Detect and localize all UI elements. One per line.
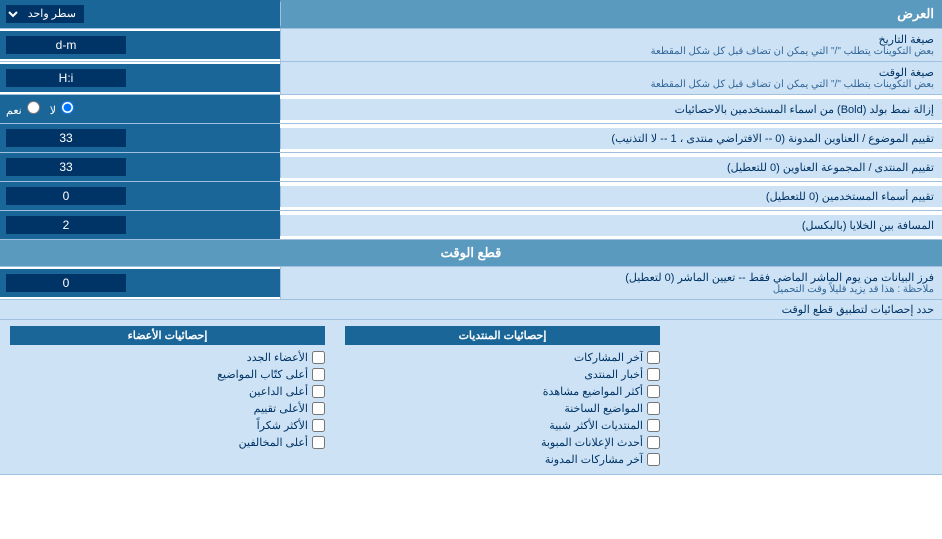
header-label: العرض: [280, 2, 942, 26]
bold-remove-label: إزالة نمط بولد (Bold) من اسماء المستخدمي…: [280, 99, 942, 120]
forum-usergroup-input[interactable]: [6, 158, 126, 176]
display-select[interactable]: سطر واحد سطران ثلاثة أسطر: [6, 5, 84, 23]
topic-title-label: تقييم الموضوع / العناوين المدونة (0 -- ا…: [280, 128, 942, 149]
bold-radio-group: لا نعم: [6, 101, 76, 117]
date-format-input[interactable]: [6, 36, 126, 54]
stat-forum-3-checkbox[interactable]: [647, 385, 660, 398]
stat-forum-5: المنتديات الأكثر شبية: [345, 417, 660, 434]
stat-member-2-checkbox[interactable]: [312, 368, 325, 381]
stat-forum-6: أحدث الإعلانات المبوبة: [345, 434, 660, 451]
stat-forum-2-checkbox[interactable]: [647, 368, 660, 381]
col-spacing-input[interactable]: [6, 216, 126, 234]
topic-title-input-container: [0, 124, 280, 152]
stat-forum-4-checkbox[interactable]: [647, 402, 660, 415]
time-format-label: صيغة الوقت بعض التكوينات يتطلب "/" التي …: [280, 62, 942, 94]
stats-col-forum: إحصائيات المنتديات آخر المشاركات أخبار ا…: [335, 326, 670, 468]
stat-member-6: أعلى المخالفين: [10, 434, 325, 451]
stat-forum-1: آخر المشاركات: [345, 349, 660, 366]
stat-member-5-checkbox[interactable]: [312, 419, 325, 432]
stat-forum-6-checkbox[interactable]: [647, 436, 660, 449]
username-trim-input[interactable]: [6, 187, 126, 205]
radio-no[interactable]: [61, 101, 74, 114]
stat-member-1-checkbox[interactable]: [312, 351, 325, 364]
username-trim-input-container: [0, 182, 280, 210]
members-stats-header: إحصائيات الأعضاء: [10, 326, 325, 345]
header-row: العرض سطر واحد سطران ثلاثة أسطر: [0, 0, 942, 29]
col-spacing-label: المسافة بين الخلايا (بالبكسل): [280, 215, 942, 236]
radio-no-label: لا: [50, 101, 76, 117]
time-cut-label: فرز البيانات من يوم الماشر الماضي فقط --…: [280, 267, 942, 299]
header-select-container: سطر واحد سطران ثلاثة أسطر: [0, 0, 280, 28]
time-format-row: صيغة الوقت بعض التكوينات يتطلب "/" التي …: [0, 62, 942, 95]
forum-usergroup-row: تقييم المنتدى / المجموعة العناوين (0 للت…: [0, 153, 942, 182]
time-cut-header: قطع الوقت: [0, 240, 942, 267]
forum-stats-header: إحصائيات المنتديات: [345, 326, 660, 345]
stat-member-3: أعلى الداعين: [10, 383, 325, 400]
time-cut-row: فرز البيانات من يوم الماشر الماضي فقط --…: [0, 267, 942, 300]
forum-usergroup-label: تقييم المنتدى / المجموعة العناوين (0 للت…: [280, 157, 942, 178]
stat-member-3-checkbox[interactable]: [312, 385, 325, 398]
stat-forum-5-checkbox[interactable]: [647, 419, 660, 432]
stat-member-6-checkbox[interactable]: [312, 436, 325, 449]
username-trim-label: تقييم أسماء المستخدمين (0 للتعطيل): [280, 186, 942, 207]
topic-title-row: تقييم الموضوع / العناوين المدونة (0 -- ا…: [0, 124, 942, 153]
time-format-input-container: [0, 64, 280, 92]
time-cut-input-container: [0, 269, 280, 297]
stat-forum-7-checkbox[interactable]: [647, 453, 660, 466]
time-cut-input[interactable]: [6, 274, 126, 292]
radio-yes-label: نعم: [6, 101, 42, 117]
bold-remove-input-container: لا نعم: [0, 95, 280, 123]
stat-forum-4: المواضيع الساخنة: [345, 400, 660, 417]
radio-yes[interactable]: [27, 101, 40, 114]
stat-member-4: الأعلى تقييم: [10, 400, 325, 417]
stats-col-members: إحصائيات الأعضاء الأعضاء الجدد أعلى كتّا…: [0, 326, 335, 468]
date-format-input-container: [0, 31, 280, 59]
bold-remove-row: إزالة نمط بولد (Bold) من اسماء المستخدمي…: [0, 95, 942, 124]
stats-grid: إحصائيات المنتديات آخر المشاركات أخبار ا…: [0, 320, 942, 475]
stat-member-2: أعلى كتّاب المواضيع: [10, 366, 325, 383]
stats-col-empty: [670, 326, 942, 468]
col-spacing-row: المسافة بين الخلايا (بالبكسل): [0, 211, 942, 240]
stat-forum-7: آخر مشاركات المدونة: [345, 451, 660, 468]
stat-member-1: الأعضاء الجدد: [10, 349, 325, 366]
forum-usergroup-input-container: [0, 153, 280, 181]
topic-title-input[interactable]: [6, 129, 126, 147]
date-format-label: صيغة التاريخ بعض التكوينات يتطلب "/" الت…: [280, 29, 942, 61]
username-trim-row: تقييم أسماء المستخدمين (0 للتعطيل): [0, 182, 942, 211]
stat-member-5: الأكثر شكراً: [10, 417, 325, 434]
stats-limit-row: حدد إحصائيات لتطبيق قطع الوقت: [0, 300, 942, 320]
stat-member-4-checkbox[interactable]: [312, 402, 325, 415]
stat-forum-3: أكثر المواضيع مشاهدة: [345, 383, 660, 400]
col-spacing-input-container: [0, 211, 280, 239]
stat-forum-1-checkbox[interactable]: [647, 351, 660, 364]
stat-forum-2: أخبار المنتدى: [345, 366, 660, 383]
date-format-row: صيغة التاريخ بعض التكوينات يتطلب "/" الت…: [0, 29, 942, 62]
time-format-input[interactable]: [6, 69, 126, 87]
